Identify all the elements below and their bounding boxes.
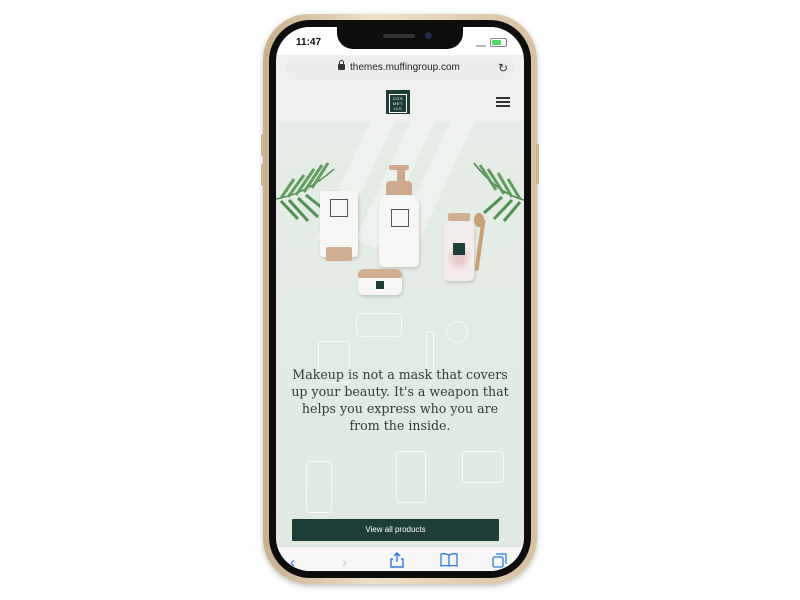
view-all-products-button[interactable]: View all products <box>292 519 499 541</box>
status-time: 11:47 <box>296 37 322 48</box>
product-tube <box>320 191 358 261</box>
volume-down-button <box>261 164 264 186</box>
lock-icon <box>338 60 345 70</box>
product-bath-salt-jar <box>444 221 474 281</box>
salt-jar-logo <box>453 243 465 255</box>
jar-logo <box>376 281 384 289</box>
speaker-grille <box>383 34 415 38</box>
phone-frame: 11:47 themes.muffingroup.com ↻ COS MET I… <box>261 14 539 584</box>
brush-sketch <box>446 321 468 343</box>
notch <box>337 27 463 49</box>
hero-quote: Makeup is not a mask that covers up your… <box>291 367 509 433</box>
bottle-label <box>391 209 409 227</box>
address-bar[interactable]: themes.muffingroup.com ↻ <box>286 58 514 79</box>
bottle-sketch <box>306 461 332 513</box>
mirror-sketch <box>396 451 426 503</box>
hamburger-menu-icon[interactable] <box>496 97 510 107</box>
tube-label <box>330 199 348 217</box>
site-header: COS MET ICS <box>276 83 524 121</box>
front-camera <box>425 32 432 39</box>
reload-icon[interactable]: ↻ <box>498 61 508 75</box>
chevron-left-icon[interactable]: ‹ <box>290 554 295 571</box>
product-jar <box>358 269 402 295</box>
power-button <box>536 144 539 184</box>
wooden-spoon-head <box>474 213 484 227</box>
product-foam-bottle <box>379 195 419 267</box>
chevron-right-icon[interactable]: › <box>342 554 347 571</box>
tube-cap <box>326 247 352 261</box>
tabs-icon[interactable] <box>492 553 507 571</box>
battery-icon <box>490 38 507 47</box>
signal-icon <box>476 40 486 47</box>
phone-screen: 11:47 themes.muffingroup.com ↻ COS MET I… <box>276 27 524 571</box>
hero-section: Makeup is not a mask that covers up your… <box>276 121 524 546</box>
palette-sketch <box>356 313 402 337</box>
browser-toolbar: ‹ › <box>276 546 524 571</box>
volume-up-button <box>261 134 264 156</box>
share-icon[interactable] <box>390 552 404 571</box>
jar-lid <box>358 269 402 278</box>
logo-line-3: ICS <box>393 106 403 111</box>
pump-head <box>386 181 412 195</box>
eyeshadow-sketch <box>462 451 504 483</box>
glass-jar-lid <box>448 213 470 221</box>
cosmetics-logo[interactable]: COS MET ICS <box>386 90 410 114</box>
url-text: themes.muffingroup.com <box>350 62 460 73</box>
phone-bezel: 11:47 themes.muffingroup.com ↻ COS MET I… <box>269 20 531 578</box>
open-book-icon[interactable] <box>440 553 458 571</box>
